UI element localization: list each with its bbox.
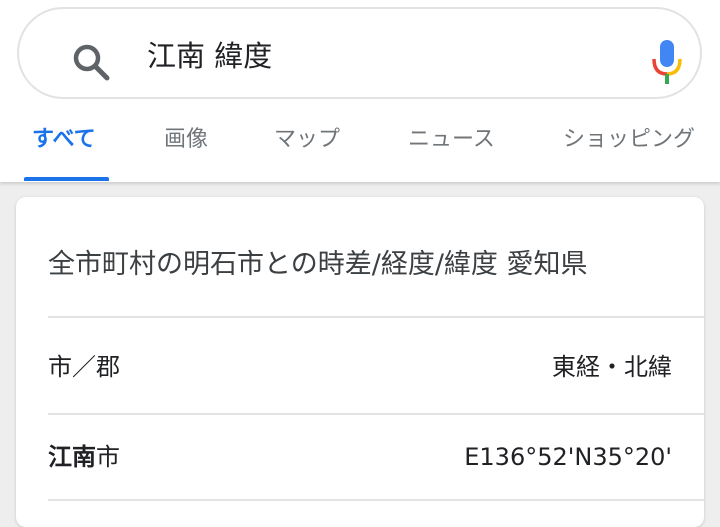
result-title[interactable]: 全市町村の明石市との時差/経度/緯度 愛知県 xyxy=(48,245,588,285)
search-tabs: すべて 画像 マップ ニュース ショッピング xyxy=(0,110,720,182)
divider xyxy=(48,413,704,415)
search-header: 江南 緯度 すべて 画像 マップ ニュース ショッピング xyxy=(0,0,720,182)
result-card: 全市町村の明石市との時差/経度/緯度 愛知県 市／郡 東経・北緯 江南市 E13… xyxy=(16,197,704,527)
city-suffix: 市 xyxy=(96,443,120,471)
mic-icon[interactable] xyxy=(651,39,683,85)
tab-images[interactable]: 画像 xyxy=(164,124,208,156)
tab-maps[interactable]: マップ xyxy=(274,124,340,156)
search-icon[interactable] xyxy=(71,42,113,84)
divider xyxy=(48,316,704,318)
tab-all[interactable]: すべて xyxy=(32,124,96,156)
table-header-coords: 東経・北緯 xyxy=(552,353,672,381)
tab-shopping[interactable]: ショッピング xyxy=(563,124,695,156)
search-input[interactable]: 江南 緯度 xyxy=(147,39,272,73)
search-bar[interactable]: 江南 緯度 xyxy=(17,7,702,99)
tab-news[interactable]: ニュース xyxy=(408,124,495,156)
active-tab-indicator xyxy=(24,177,109,181)
table-row-coords: E136°52'N35°20' xyxy=(464,443,672,471)
table-row-city: 江南市 xyxy=(48,439,120,475)
city-name-highlight: 江南 xyxy=(48,443,96,471)
divider xyxy=(48,499,704,501)
table-header-city: 市／郡 xyxy=(48,353,120,381)
